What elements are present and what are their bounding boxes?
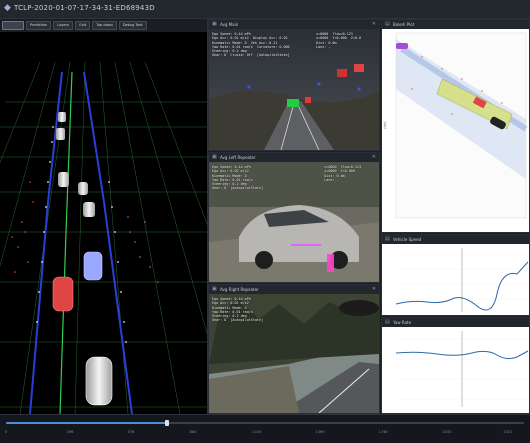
panel-title: Yaw Rate — [393, 320, 412, 325]
app-title: TCLP-2020-01-07-17-34-31-ED68943D — [14, 4, 155, 12]
title-bar: ◆ TCLP-2020-01-07-17-34-31-ED68943D — [0, 0, 530, 19]
telemetry-overlay: Ego Speed: 6.44 mPh Ego Acc: 0.02 m/s2 K… — [212, 165, 264, 191]
yaw-rate-panel: ▤ Yaw Rate — [381, 317, 530, 414]
lane-line-left-blue — [29, 71, 63, 414]
detection-overlay: x=0000 flow=0.123 x=0000 Y=0.000 Dist: 0… — [324, 165, 361, 182]
vehicle-mid-3 — [83, 202, 95, 217]
timeline-progress — [6, 422, 167, 424]
camera-icon: ▣ — [212, 154, 217, 160]
panel-title: Avg Left Repeater — [220, 155, 256, 160]
camera-left-repeater-view: Ego Speed: 6.44 mPh Ego Acc: 0.02 m/s2 K… — [209, 162, 379, 282]
camera-right-repeater-view: Ego Speed: 6.44 mPh Ego Acc: 0.02 m/s2 K… — [209, 294, 379, 413]
camera-left-repeater-panel: ▣ Avg Left Repeater ✕ Ego Speed: 6.44 mP… — [208, 152, 380, 283]
camera-main-panel: ▣ Avg Main ✕ Ego Speed: 6.44 mPh Ego Acc… — [208, 19, 380, 151]
close-icon[interactable]: ✕ — [372, 21, 376, 27]
view-toolbar: Prediction Layers Grid Top down Debug Te… — [0, 19, 207, 32]
timeline-tick: 576 — [127, 430, 135, 434]
timeline-tick: 1746 — [378, 430, 388, 434]
point-cloud-white — [36, 126, 127, 343]
chart-icon: ▤ — [385, 236, 390, 242]
bokeh-plot-canvas: y(m) — [382, 29, 529, 232]
camera-right-repeater-panel: ▣ Avg Right Repeater ✕ Ego Speed: 6.44 m… — [208, 284, 380, 414]
timeline-scrubber[interactable] — [164, 420, 169, 426]
telemetry-overlay: Ego Speed: 6.44 mPh Ego Acc: 0.02 m/s2 K… — [212, 297, 264, 323]
timeline-tick: 1469 — [315, 430, 325, 434]
bokeh-plot-view[interactable]: y(m) — [382, 29, 529, 232]
camera-icon: ▣ — [212, 21, 217, 27]
yaw-rate-chart[interactable] — [382, 327, 529, 413]
tab-prediction[interactable]: Prediction — [26, 21, 52, 30]
tab-grid[interactable]: Grid — [74, 21, 91, 30]
tab-layers[interactable]: Layers — [53, 21, 73, 30]
close-icon[interactable]: ✕ — [372, 154, 376, 160]
detection-overlay: x=0000 flow=0.123 x=0000 Y=0.000 Z=0.0 D… — [316, 32, 361, 49]
vehicle-far-1 — [58, 112, 66, 122]
bokeh-plot-panel: ▤ Bokeh Plot y(m) — [381, 19, 530, 233]
app-logo: ◆ — [4, 3, 11, 13]
yaw-rate-canvas — [382, 327, 529, 413]
vehicle-far-2 — [56, 128, 65, 140]
telemetry-overlay: Ego Speed: 6.44 mPh Ego Acc: 0.02 m/s2 D… — [212, 32, 290, 58]
camera-main-view: Ego Speed: 6.44 mPh Ego Acc: 0.02 m/s2 D… — [209, 29, 379, 150]
vehicle-speed-panel: ▤ Vehicle Speed — [381, 234, 530, 316]
vehicle-mid-2 — [78, 182, 88, 195]
svg-text:y(m): y(m) — [383, 122, 387, 129]
tab-top-down[interactable]: Top down — [92, 21, 117, 30]
chart-icon: ▤ — [385, 21, 390, 27]
close-icon[interactable]: ✕ — [372, 286, 376, 292]
panel-title: Bokeh Plot — [393, 22, 415, 27]
camera-icon: ▣ — [212, 286, 217, 292]
lead-vehicle — [83, 251, 103, 281]
ego-vehicle — [85, 356, 113, 406]
radar-points-left — [11, 181, 34, 273]
timeline-tick: 2311 — [503, 430, 513, 434]
scene-3d-view[interactable] — [0, 32, 207, 414]
timeline-tick: 0 — [4, 430, 8, 434]
panel-title: Vehicle Speed — [393, 237, 422, 242]
lane-line-green — [59, 71, 73, 414]
vehicle-mid-1 — [58, 172, 69, 187]
timeline-track[interactable] — [6, 420, 524, 426]
vehicle-speed-canvas — [382, 244, 529, 315]
chart-icon: ▤ — [385, 319, 390, 325]
panel-title: Avg Right Repeater — [220, 287, 259, 292]
timeline-tick: 860 — [189, 430, 197, 434]
panel-title: Avg Main — [220, 22, 239, 27]
timeline-tick: 2033 — [442, 430, 452, 434]
tab-debug-text[interactable]: Debug Text — [118, 21, 147, 30]
ego-adjacent-vehicle-red — [52, 276, 74, 312]
timeline-tick: 296 — [66, 430, 74, 434]
vehicle-speed-chart[interactable] — [382, 244, 529, 315]
tab-view[interactable] — [2, 21, 24, 30]
timeline-tick: 1155 — [252, 430, 262, 434]
playback-timeline[interactable]: 0 296 576 860 1155 1469 1746 2033 2311 — [0, 414, 530, 443]
scene-3d-panel[interactable]: Prediction Layers Grid Top down Debug Te… — [0, 19, 208, 414]
